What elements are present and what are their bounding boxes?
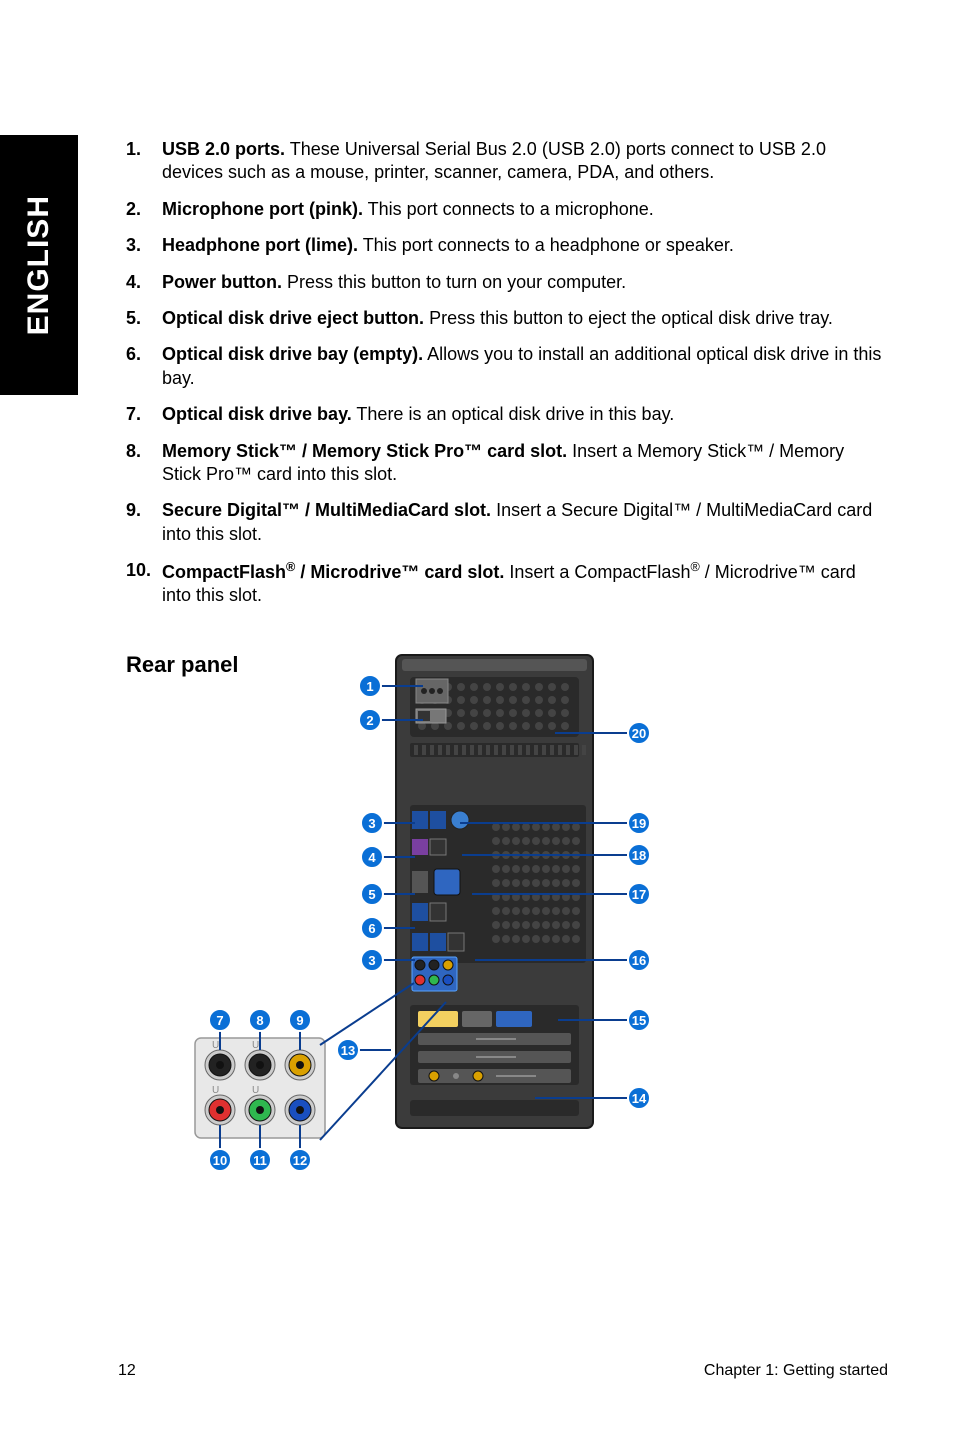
callout-19: 19 xyxy=(628,812,650,834)
port-list-text: Press this button to eject the optical d… xyxy=(424,308,833,328)
language-tab: ENGLISH xyxy=(0,135,78,395)
port-list-text: This port connects to a headphone or spe… xyxy=(358,235,734,255)
svg-text:20: 20 xyxy=(632,726,646,741)
port-list-body: CompactFlash® / Microdrive™ card slot. I… xyxy=(162,559,886,608)
port-list-item: 9.Secure Digital™ / MultiMediaCard slot.… xyxy=(126,499,886,546)
svg-text:7: 7 xyxy=(216,1013,223,1028)
port-list-label: Secure Digital™ / MultiMediaCard slot. xyxy=(162,500,491,520)
callout-14: 14 xyxy=(628,1087,650,1109)
port-list-num: 1. xyxy=(126,138,162,185)
svg-text:9: 9 xyxy=(296,1013,303,1028)
svg-text:U: U xyxy=(252,1040,259,1051)
page-footer: 12 Chapter 1: Getting started xyxy=(118,1362,888,1380)
port-list-text: Press this button to turn on your comput… xyxy=(282,272,626,292)
port-list-item: 3.Headphone port (lime). This port conne… xyxy=(126,234,886,257)
svg-text:11: 11 xyxy=(253,1153,267,1168)
port-list-num: 9. xyxy=(126,499,162,546)
callout-18: 18 xyxy=(628,844,650,866)
callout-4: 4 xyxy=(361,846,383,868)
port-list-item: 7.Optical disk drive bay. There is an op… xyxy=(126,403,886,426)
port-list-label: CompactFlash® / Microdrive™ card slot. xyxy=(162,562,504,582)
port-list-item: 5.Optical disk drive eject button. Press… xyxy=(126,307,886,330)
callout-3: 3 xyxy=(361,812,383,834)
port-list-label: Microphone port (pink). xyxy=(162,199,363,219)
port-list-label: Memory Stick™ / Memory Stick Pro™ card s… xyxy=(162,441,567,461)
content-area: 1.USB 2.0 ports. These Universal Serial … xyxy=(126,138,886,678)
callout-5: 5 xyxy=(361,883,383,905)
port-list-num: 2. xyxy=(126,198,162,221)
port-list-label: Optical disk drive eject button. xyxy=(162,308,424,328)
svg-text:14: 14 xyxy=(632,1091,647,1106)
svg-text:12: 12 xyxy=(293,1153,307,1168)
port-list-body: Memory Stick™ / Memory Stick Pro™ card s… xyxy=(162,440,886,487)
callout-1: 1 xyxy=(359,675,381,697)
port-list-text: There is an optical disk drive in this b… xyxy=(352,404,675,424)
callout-9: 9 xyxy=(289,1009,311,1031)
port-list-label: Optical disk drive bay (empty). xyxy=(162,344,423,364)
port-list-item: 8.Memory Stick™ / Memory Stick Pro™ card… xyxy=(126,440,886,487)
port-list-item: 1.USB 2.0 ports. These Universal Serial … xyxy=(126,138,886,185)
callout-15: 15 xyxy=(628,1009,650,1031)
callout-3: 3 xyxy=(361,949,383,971)
svg-text:13: 13 xyxy=(341,1043,355,1058)
port-list-item: 2.Microphone port (pink). This port conn… xyxy=(126,198,886,221)
svg-text:3: 3 xyxy=(368,953,375,968)
language-tab-text: ENGLISH xyxy=(22,195,56,335)
callout-10: 10 xyxy=(209,1149,231,1171)
callout-17: 17 xyxy=(628,883,650,905)
port-list-num: 7. xyxy=(126,403,162,426)
port-list-label: USB 2.0 ports. xyxy=(162,139,285,159)
svg-text:2: 2 xyxy=(366,713,373,728)
port-list-body: Secure Digital™ / MultiMediaCard slot. I… xyxy=(162,499,886,546)
svg-text:U: U xyxy=(212,1085,219,1096)
svg-text:17: 17 xyxy=(632,887,646,902)
callout-7: 7 xyxy=(209,1009,231,1031)
port-list-body: Headphone port (lime). This port connect… xyxy=(162,234,886,257)
port-list-item: 6.Optical disk drive bay (empty). Allows… xyxy=(126,343,886,390)
svg-text:U: U xyxy=(212,1040,219,1051)
port-list: 1.USB 2.0 ports. These Universal Serial … xyxy=(126,138,886,608)
port-list-num: 6. xyxy=(126,343,162,390)
callout-16: 16 xyxy=(628,949,650,971)
svg-text:1: 1 xyxy=(366,679,373,694)
port-list-num: 4. xyxy=(126,271,162,294)
port-list-body: Optical disk drive eject button. Press t… xyxy=(162,307,886,330)
port-list-body: USB 2.0 ports. These Universal Serial Bu… xyxy=(162,138,886,185)
port-list-item: 4.Power button. Press this button to tur… xyxy=(126,271,886,294)
svg-text:18: 18 xyxy=(632,848,646,863)
svg-text:U: U xyxy=(252,1085,259,1096)
svg-text:3: 3 xyxy=(368,816,375,831)
callout-6: 6 xyxy=(361,917,383,939)
port-list-label: Power button. xyxy=(162,272,282,292)
port-list-body: Power button. Press this button to turn … xyxy=(162,271,886,294)
port-list-label: Headphone port (lime). xyxy=(162,235,358,255)
svg-text:19: 19 xyxy=(632,816,646,831)
port-list-body: Microphone port (pink). This port connec… xyxy=(162,198,886,221)
svg-text:4: 4 xyxy=(368,850,376,865)
callout-13: 13 xyxy=(337,1039,359,1061)
svg-text:6: 6 xyxy=(368,921,375,936)
port-list-text: This port connects to a microphone. xyxy=(363,199,654,219)
callout-20: 20 xyxy=(628,722,650,744)
callout-12: 12 xyxy=(289,1149,311,1171)
port-list-num: 5. xyxy=(126,307,162,330)
svg-text:15: 15 xyxy=(632,1013,646,1028)
chapter-title: Chapter 1: Getting started xyxy=(704,1362,888,1380)
port-list-body: Optical disk drive bay. There is an opti… xyxy=(162,403,886,426)
port-list-label: Optical disk drive bay. xyxy=(162,404,352,424)
callout-2: 2 xyxy=(359,709,381,731)
svg-text:16: 16 xyxy=(632,953,646,968)
port-list-num: 3. xyxy=(126,234,162,257)
rear-panel-heading: Rear panel xyxy=(126,652,886,678)
svg-text:5: 5 xyxy=(368,887,375,902)
port-list-item: 10.CompactFlash® / Microdrive™ card slot… xyxy=(126,559,886,608)
page-number: 12 xyxy=(118,1362,136,1380)
callout-8: 8 xyxy=(249,1009,271,1031)
svg-text:8: 8 xyxy=(256,1013,263,1028)
port-list-num: 8. xyxy=(126,440,162,487)
svg-text:10: 10 xyxy=(213,1153,227,1168)
port-list-num: 10. xyxy=(126,559,162,608)
port-list-body: Optical disk drive bay (empty). Allows y… xyxy=(162,343,886,390)
callout-11: 11 xyxy=(249,1149,271,1171)
